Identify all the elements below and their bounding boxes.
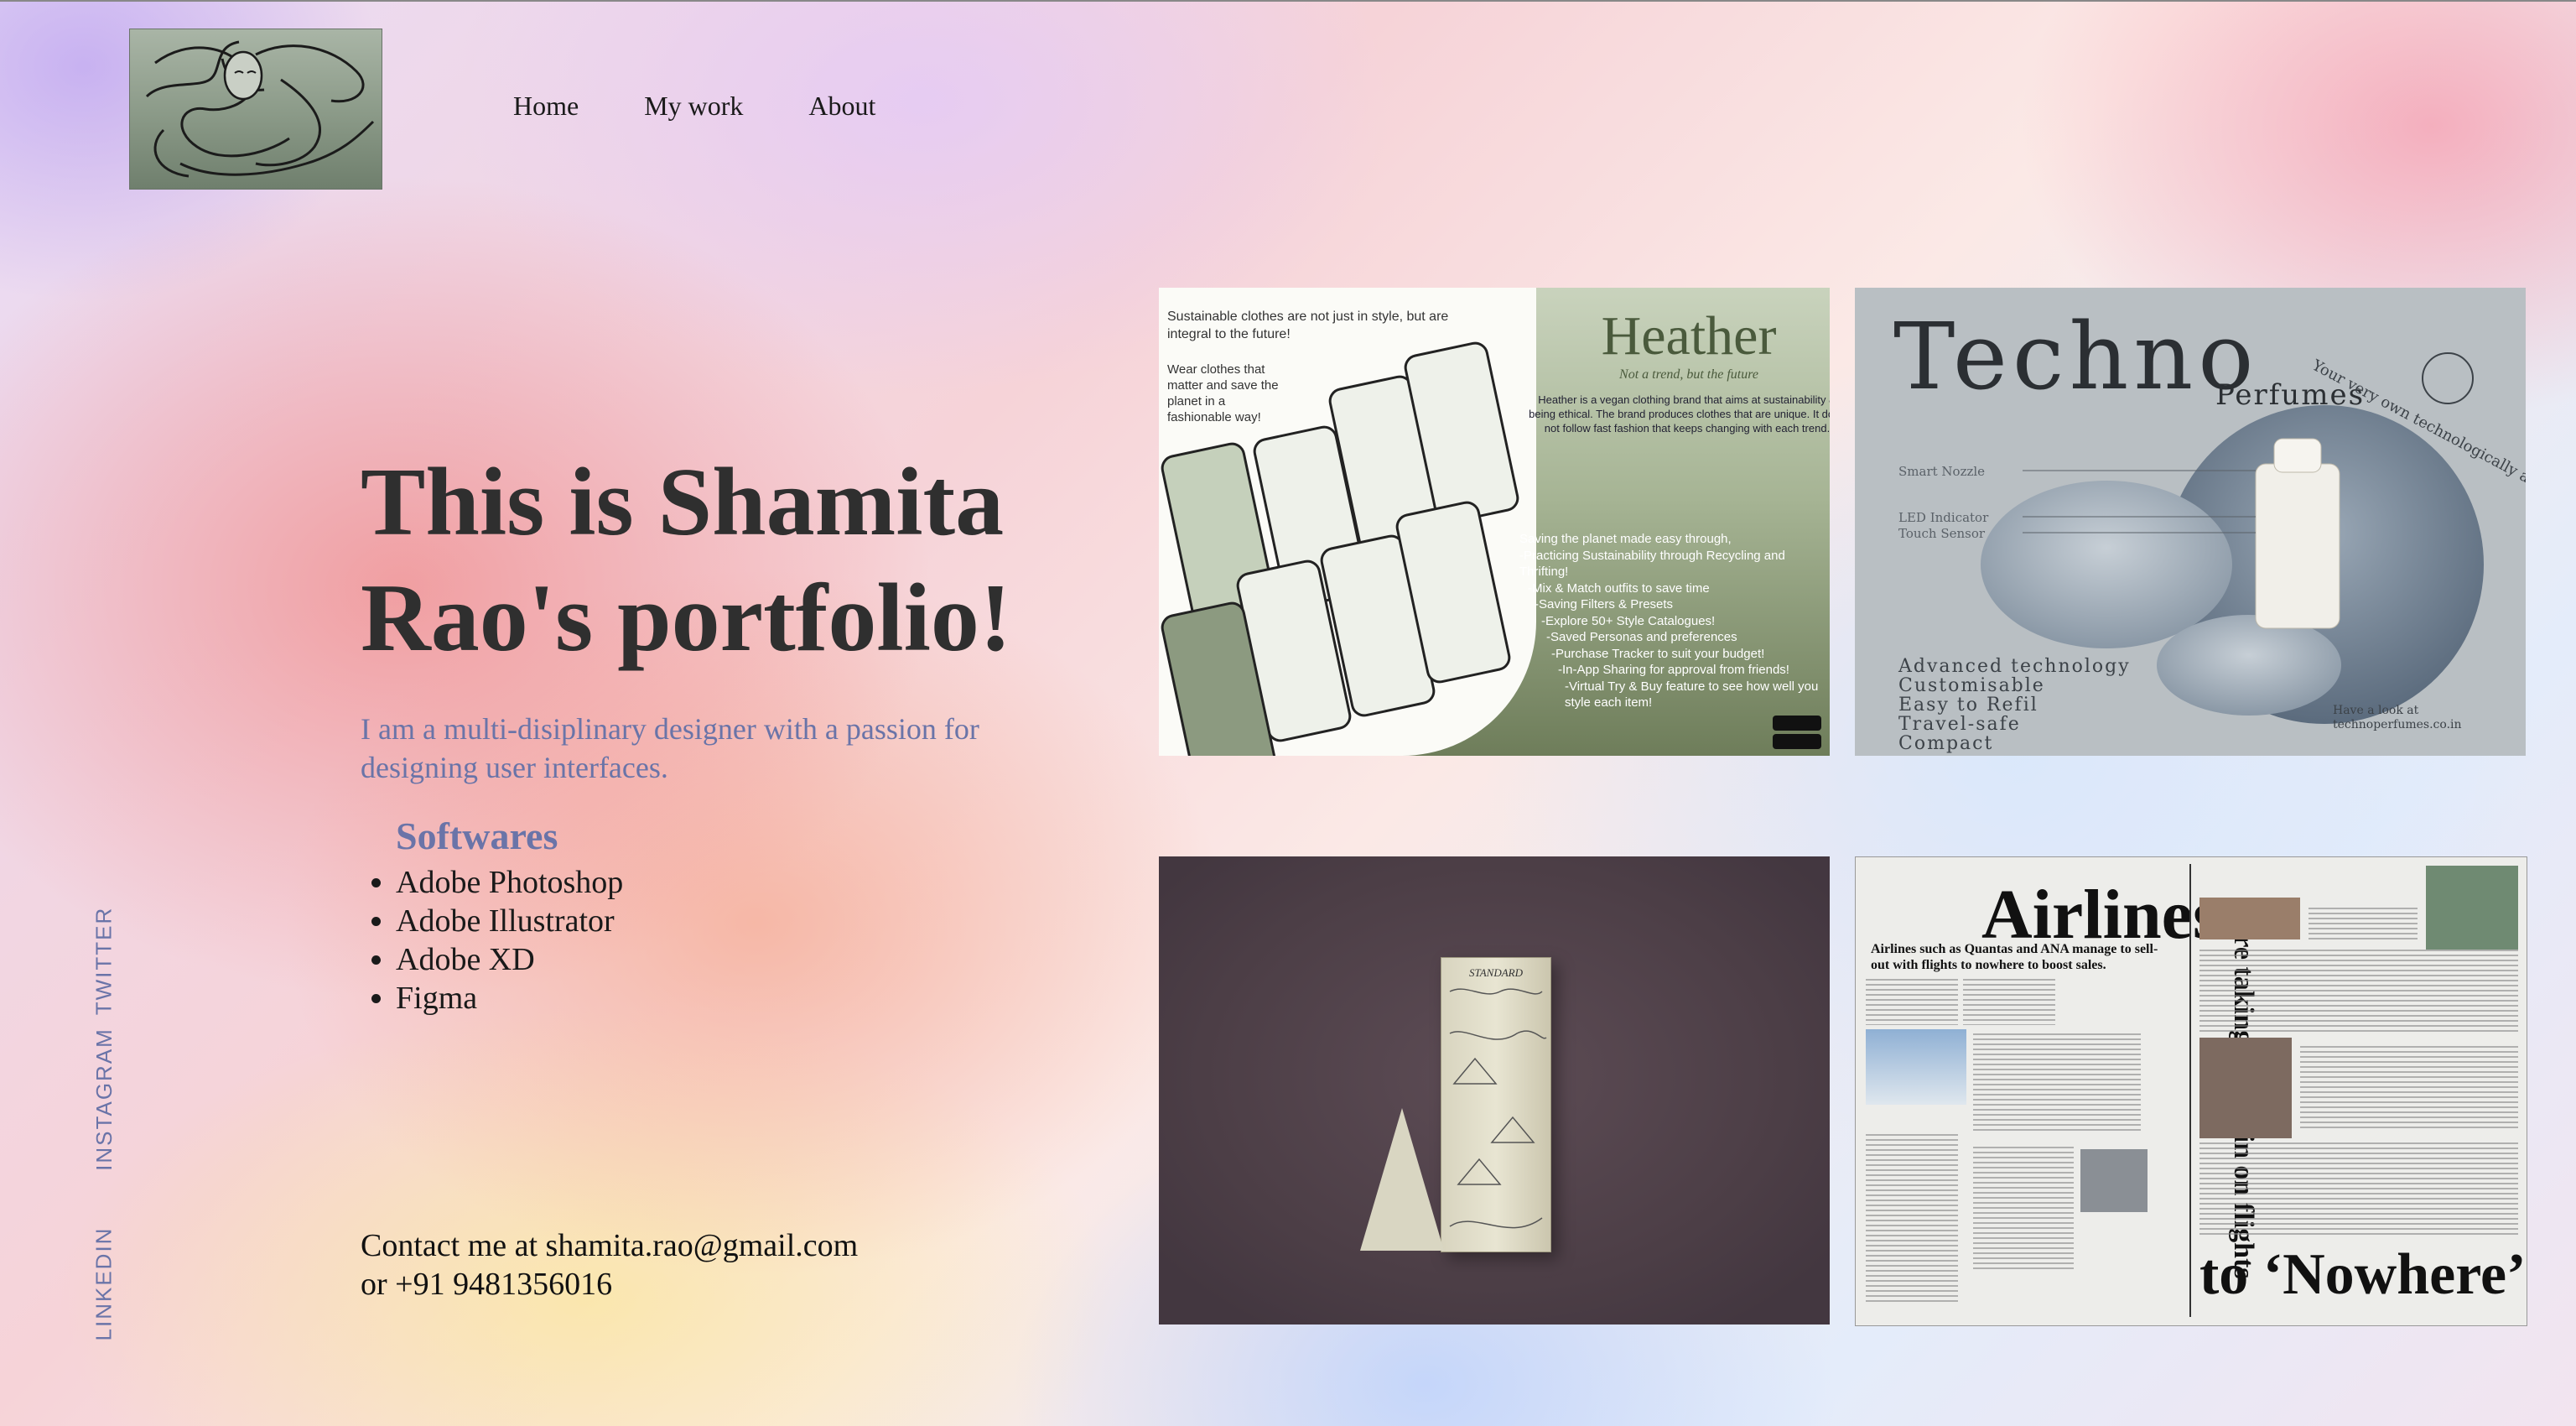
logo[interactable] <box>129 29 382 190</box>
nav-my-work[interactable]: My work <box>644 91 743 122</box>
software-item: Adobe Photoshop <box>396 863 623 902</box>
techno-feature: Touch Sensor <box>1898 526 1986 541</box>
heather-title: Heather <box>1601 305 1777 367</box>
article-text <box>1866 979 1958 1025</box>
social-twitter-wrap: TWITTER <box>87 906 121 1015</box>
article-text <box>2300 1046 2518 1130</box>
news-photo <box>2199 1038 2292 1138</box>
contact-info: Contact me at shamita.rao@gmail.com or +… <box>361 1226 858 1304</box>
article-text <box>1963 979 2055 1025</box>
techno-list-item: Customisable <box>1898 675 2045 696</box>
heather-subtitle: Not a trend, but the future <box>1619 367 1758 382</box>
heather-feature: -Mix & Match outfits to save time <box>1528 580 1710 596</box>
contact-email: Contact me at shamita.rao@gmail.com <box>361 1228 859 1263</box>
top-border <box>0 0 2576 2</box>
softwares-list: Adobe Photoshop Adobe Illustrator Adobe … <box>361 863 623 1017</box>
heather-feature: -In-App Sharing for approval from friend… <box>1558 663 1789 677</box>
software-item: Figma <box>396 979 623 1017</box>
product-box: STANDARD <box>1441 957 1551 1252</box>
techno-feature: Smart Nozzle <box>1898 464 1986 479</box>
software-item: Adobe Illustrator <box>396 902 623 940</box>
heather-feature: -Purchase Tracker to suit your budget! <box>1551 646 1765 661</box>
techno-list-item: Compact <box>1898 733 1994 754</box>
project-card-flavour[interactable]: STANDARD <box>1159 856 1830 1325</box>
heather-feature: -Practicing Sustainability through Recyc… <box>1519 548 1785 580</box>
techno-link: Have a look at technoperfumes.co.in <box>2333 704 2462 732</box>
project-card-heather[interactable]: Sustainable clothes are not just in styl… <box>1159 288 1830 756</box>
article-text <box>1973 1033 2141 1134</box>
social-instagram-wrap: INSTAGRAM <box>87 1028 121 1171</box>
techno-title: Techno <box>1893 303 2259 410</box>
product-cone <box>1360 1108 1444 1251</box>
linkedin-link[interactable]: LINKEDIN <box>91 1226 117 1340</box>
software-item: Adobe XD <box>396 940 623 979</box>
heather-feature: -Virtual Try & Buy feature to see how we… <box>1565 679 1819 710</box>
softwares-heading: Softwares <box>396 814 558 857</box>
google-play-badge <box>1773 734 1821 749</box>
project-card-airlines[interactable]: Airlines Airlines such as Quantas and AN… <box>1855 856 2527 1326</box>
heather-feature: Saving the planet made easy through, <box>1519 532 1732 546</box>
heather-feature: -Explore 50+ Style Catalogues! <box>1541 613 1716 628</box>
techno-link-line: technoperfumes.co.in <box>2333 718 2462 731</box>
project-card-techno[interactable]: Techno Perfumes Smart Nozzle LED Indicat… <box>1855 288 2526 756</box>
page-title: This is Shamita Rao's portfolio! <box>361 449 1012 672</box>
heather-feature: -Saving Filters & Presets <box>1535 597 1674 612</box>
techno-list-item: Easy to Refil <box>1898 695 2038 716</box>
heather-intro2: Wear clothes that matter and save the pl… <box>1167 362 1279 424</box>
heather-feature: -Saved Personas and preferences <box>1546 630 1737 644</box>
article-text <box>1973 1147 2074 1272</box>
news-photo <box>2426 866 2518 950</box>
article-text <box>2199 950 2518 1033</box>
nav-about[interactable]: About <box>808 91 875 122</box>
app-store-badge <box>1773 716 1821 731</box>
article-text <box>2199 1142 2518 1235</box>
techno-list-item: Advanced technology <box>1898 656 2131 677</box>
heather-intro: Sustainable clothes are not just in styl… <box>1167 310 1449 341</box>
techno-list-item: Travel-safe <box>1898 714 2021 735</box>
tagline: I am a multi-disiplinary designer with a… <box>361 712 979 784</box>
instagram-link[interactable]: INSTAGRAM <box>91 1028 117 1171</box>
heather-description: Heather is a vegan clothing brand that a… <box>1529 393 1830 435</box>
airlines-subhead: Airlines such as Quantas and ANA manage … <box>1871 942 2158 972</box>
article-text <box>2309 908 2418 941</box>
box-pattern <box>1449 988 1547 1229</box>
social-linkedin-wrap: LINKEDIN <box>87 1226 121 1340</box>
main-nav: Home My work About <box>513 91 941 122</box>
article-text <box>1866 1134 1958 1302</box>
airlines-bottom-headline: to ‘Nowhere’ <box>2199 1242 2527 1307</box>
twitter-link[interactable]: TWITTER <box>91 906 117 1015</box>
news-photo <box>2199 898 2300 939</box>
nav-home[interactable]: Home <box>513 91 579 122</box>
contact-phone: or +91 9481356016 <box>361 1267 613 1302</box>
heather-features: Saving the planet made easy through, -Pr… <box>1519 531 1830 711</box>
softwares-section: Softwares Adobe Photoshop Adobe Illustra… <box>361 814 623 1017</box>
techno-link-line: Have a look at <box>2333 704 2419 717</box>
news-photo <box>2080 1149 2148 1212</box>
column-rule <box>2189 864 2191 1317</box>
hero-section: This is Shamita Rao's portfolio! I am a … <box>361 445 1082 787</box>
logo-illustration <box>145 40 375 178</box>
plane-photo <box>1866 1029 1966 1105</box>
techno-list: Advanced technology Customisable Easy to… <box>1898 657 2131 753</box>
techno-feature: LED Indicator <box>1898 510 1989 525</box>
